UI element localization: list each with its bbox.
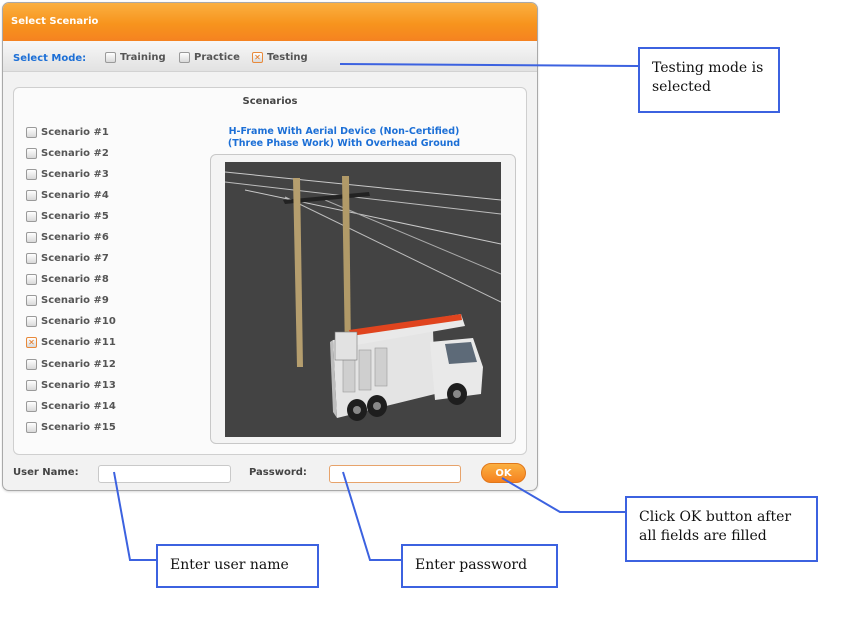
connector-user-name [113,471,157,561]
connector-ok-button [501,477,626,513]
connector-password [342,471,402,561]
callout-testing-mode: Testing mode is selected [638,47,780,113]
callout-password: Enter password [401,544,558,588]
connector-testing-mode [339,63,641,67]
callout-ok-button: Click OK button after all fields are fil… [625,496,818,562]
callout-user-name: Enter user name [156,544,319,588]
